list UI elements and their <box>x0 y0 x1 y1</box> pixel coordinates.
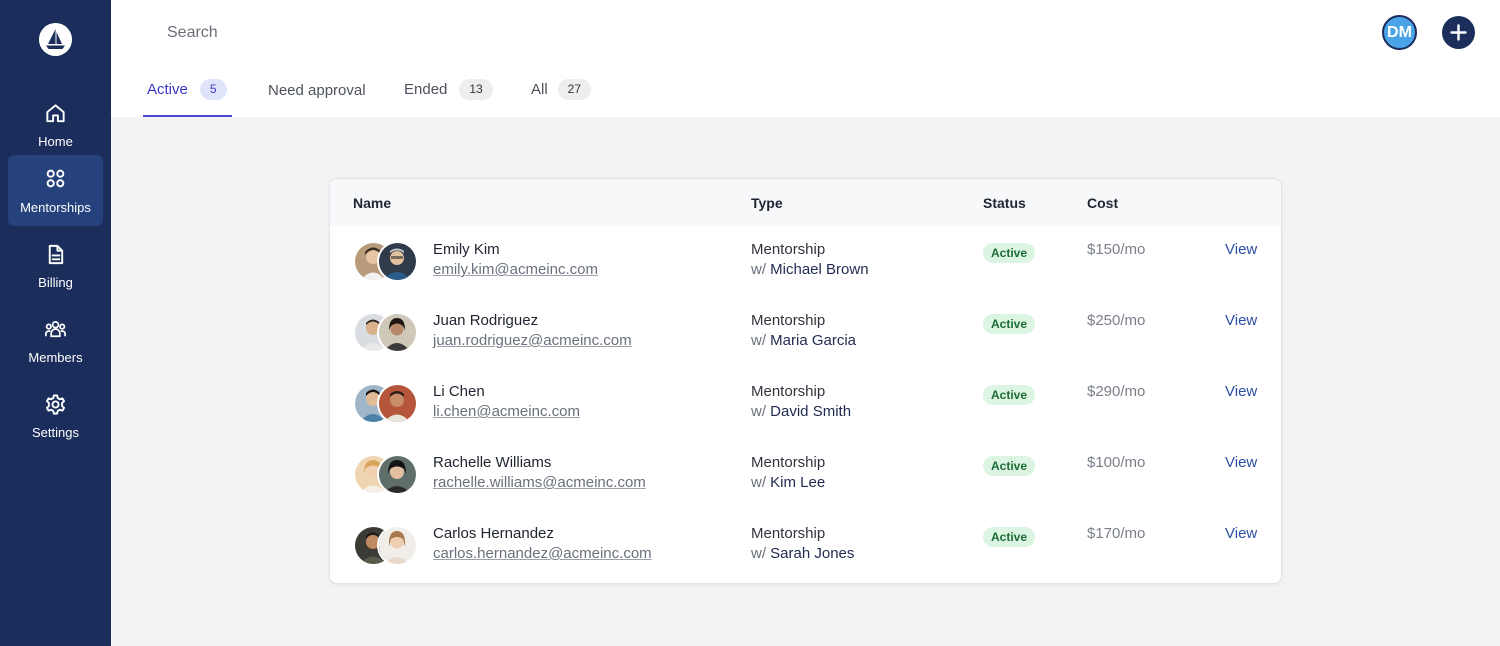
table-header: Name Type Status Cost <box>330 179 1281 226</box>
tab-active[interactable]: Active 5 <box>147 79 227 117</box>
mentor-avatar <box>377 454 418 495</box>
sidebar-item-members[interactable]: Members <box>8 305 103 376</box>
mentorship-type: Mentorship <box>751 383 826 400</box>
tab-label: Active <box>147 81 188 98</box>
view-link[interactable]: View <box>1225 312 1257 329</box>
mentee-name: Rachelle Williams <box>433 454 552 471</box>
with-prefix: w/ <box>751 545 766 562</box>
with-prefix: w/ <box>751 332 766 349</box>
mentorship-type: Mentorship <box>751 454 826 471</box>
mentorships-table: Name Type Status Cost Emily Kim emily.ki… <box>329 178 1282 584</box>
sidebar-item-label: Members <box>28 350 83 365</box>
cost-value: $100/mo <box>1087 454 1146 471</box>
sidebar-item-label: Settings <box>32 425 79 440</box>
mentorship-type: Mentorship <box>751 525 826 542</box>
sidebar-item-home[interactable]: Home <box>8 89 103 160</box>
view-link[interactable]: View <box>1225 383 1257 400</box>
table-row: Emily Kim emily.kim@acmeinc.com Mentorsh… <box>330 226 1281 297</box>
plus-icon <box>1450 24 1467 41</box>
mentor-line: w/ Sarah Jones <box>751 545 854 562</box>
with-prefix: w/ <box>751 403 766 420</box>
sidebar-item-label: Home <box>38 134 73 149</box>
tab-label: Ended <box>404 81 448 98</box>
cost-value: $250/mo <box>1087 312 1146 329</box>
status-badge: Active <box>983 456 1036 476</box>
column-header-name: Name <box>353 195 392 211</box>
column-header-status: Status <box>983 195 1026 211</box>
mentee-email-link[interactable]: emily.kim@acmeinc.com <box>433 261 598 278</box>
cost-value: $290/mo <box>1087 383 1146 400</box>
tab-count-badge: 5 <box>199 79 227 100</box>
avatar-pair <box>353 241 419 283</box>
tab-label: All <box>531 81 548 98</box>
view-link[interactable]: View <box>1225 241 1257 258</box>
mentor-name: Kim Lee <box>770 474 826 491</box>
mentorship-type: Mentorship <box>751 241 826 258</box>
mentee-email-link[interactable]: li.chen@acmeinc.com <box>433 403 580 420</box>
avatar-pair <box>353 454 419 496</box>
table-row: Carlos Hernandez carlos.hernandez@acmein… <box>330 510 1281 581</box>
tab-all[interactable]: All 27 <box>531 79 592 117</box>
mentor-name: Sarah Jones <box>770 545 855 562</box>
avatar-pair <box>353 525 419 567</box>
mentee-name: Juan Rodriguez <box>433 312 539 329</box>
active-tab-indicator <box>143 115 232 117</box>
mentor-line: w/ David Smith <box>751 403 851 420</box>
document-icon <box>48 244 64 265</box>
mentee-name: Emily Kim <box>433 241 500 258</box>
cost-value: $150/mo <box>1087 241 1146 258</box>
tab-count-badge: 27 <box>557 79 592 100</box>
mentor-line: w/ Maria Garcia <box>751 332 856 349</box>
tab-ended[interactable]: Ended 13 <box>404 79 493 117</box>
table-row: Rachelle Williams rachelle.williams@acme… <box>330 439 1281 510</box>
search-input[interactable] <box>167 20 467 46</box>
home-icon <box>46 104 65 123</box>
mentee-email-link[interactable]: carlos.hernandez@acmeinc.com <box>433 545 652 562</box>
mentor-name: David Smith <box>770 403 852 420</box>
user-avatar[interactable]: DM <box>1382 15 1417 50</box>
view-link[interactable]: View <box>1225 454 1257 471</box>
mentor-avatar <box>377 525 418 566</box>
mentorship-type: Mentorship <box>751 312 826 329</box>
people-icon <box>45 320 66 338</box>
mentor-line: w/ Kim Lee <box>751 474 825 491</box>
view-link[interactable]: View <box>1225 525 1257 542</box>
mentor-name: Michael Brown <box>770 261 869 278</box>
sidebar-item-billing[interactable]: Billing <box>8 230 103 301</box>
column-header-cost: Cost <box>1087 195 1119 211</box>
mentor-avatar <box>377 383 418 424</box>
add-button[interactable] <box>1442 16 1475 49</box>
sidebar-item-mentorships[interactable]: Mentorships <box>8 155 103 226</box>
sidebar-item-label: Billing <box>38 275 73 290</box>
cost-value: $170/mo <box>1087 525 1146 542</box>
sidebar-item-settings[interactable]: Settings <box>8 380 103 451</box>
tab-count-badge: 13 <box>459 79 493 100</box>
with-prefix: w/ <box>751 261 766 278</box>
column-header-type: Type <box>751 195 783 211</box>
status-badge: Active <box>983 243 1036 263</box>
mentee-email-link[interactable]: juan.rodriguez@acmeinc.com <box>433 332 632 349</box>
mentee-email-link[interactable]: rachelle.williams@acmeinc.com <box>433 474 646 491</box>
sidebar-item-label: Mentorships <box>20 200 91 215</box>
mentee-name: Carlos Hernandez <box>433 525 554 542</box>
mentor-avatar <box>377 312 418 353</box>
gear-icon <box>46 394 65 415</box>
tab-label: Need approval <box>268 81 366 99</box>
status-badge: Active <box>983 527 1036 547</box>
status-badge: Active <box>983 385 1036 405</box>
status-badge: Active <box>983 314 1036 334</box>
sailboat-logo-icon[interactable] <box>39 23 72 56</box>
grid-icon <box>46 169 65 188</box>
tab-need-approval[interactable]: Need approval <box>268 79 366 117</box>
mentee-name: Li Chen <box>433 383 485 400</box>
with-prefix: w/ <box>751 474 766 491</box>
sidebar: Home Mentorships Billing Members Setting… <box>0 0 111 646</box>
mentor-name: Maria Garcia <box>770 332 857 349</box>
table-row: Juan Rodriguez juan.rodriguez@acmeinc.co… <box>330 297 1281 368</box>
mentor-avatar <box>377 241 418 282</box>
avatar-pair <box>353 312 419 354</box>
table-row: Li Chen li.chen@acmeinc.com Mentorship w… <box>330 368 1281 439</box>
mentor-line: w/ Michael Brown <box>751 261 869 278</box>
avatar-pair <box>353 383 419 425</box>
